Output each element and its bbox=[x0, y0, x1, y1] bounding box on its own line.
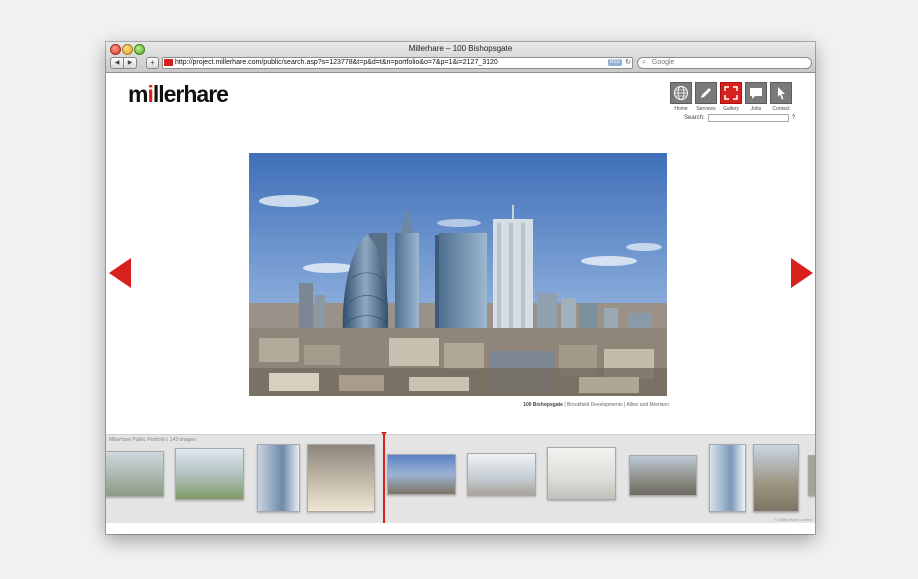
nav-gallery[interactable]: Gallery bbox=[720, 82, 742, 112]
cursor-icon bbox=[770, 82, 792, 104]
thumbnail[interactable] bbox=[307, 444, 375, 512]
caption-architect: Allies and Morrison bbox=[626, 402, 669, 408]
pencil-icon bbox=[695, 82, 717, 104]
thumbnail[interactable] bbox=[753, 444, 799, 512]
caption-client: Brookfield Developments bbox=[567, 402, 623, 408]
nav-home[interactable]: Home bbox=[670, 82, 692, 112]
search-help-link[interactable]: ? bbox=[792, 115, 795, 121]
thumbnail[interactable] bbox=[467, 453, 536, 496]
history-buttons: ◀ ▶ bbox=[110, 57, 137, 69]
thumbnail[interactable] bbox=[387, 454, 456, 495]
copyright: © Miller Hare Limited bbox=[774, 517, 812, 522]
search-icon: ⌕ bbox=[642, 59, 646, 66]
thumbnail-strip[interactable]: Millerhare Public Portfolio | 143 images… bbox=[106, 432, 815, 523]
site-favicon-icon bbox=[164, 58, 173, 66]
nav-services-label: Services bbox=[696, 106, 716, 112]
current-position-indicator[interactable] bbox=[383, 435, 385, 523]
nav-home-label: Home bbox=[674, 106, 688, 112]
next-image-arrow-icon[interactable] bbox=[791, 258, 813, 288]
thumbnail[interactable] bbox=[547, 447, 616, 500]
thumbnail[interactable] bbox=[175, 448, 244, 500]
nav-jobs-label: Jobs bbox=[750, 106, 762, 112]
address-url: http://project.millerhare.com/public/sea… bbox=[175, 59, 498, 66]
browser-window: Millerhare – 100 Bishopsgate ◀ ▶ + http:… bbox=[106, 42, 815, 534]
previous-image-arrow-icon[interactable] bbox=[109, 258, 131, 288]
thumbnail[interactable] bbox=[808, 455, 815, 496]
thumbnail[interactable] bbox=[709, 444, 746, 512]
site-search: Search: ? bbox=[684, 114, 795, 122]
portfolio-label: Millerhare Public Portfolio | 143 images bbox=[109, 437, 196, 443]
portfolio-separator: | bbox=[167, 437, 169, 443]
caption-title: 100 Bishopsgate bbox=[523, 402, 563, 408]
nav-gallery-label: Gallery bbox=[723, 106, 739, 112]
portfolio-name: Millerhare Public Portfolio bbox=[109, 437, 166, 443]
gallery-icon bbox=[720, 82, 742, 104]
rss-button[interactable]: RSS bbox=[607, 59, 622, 66]
window-title: Millerhare – 100 Bishopsgate bbox=[408, 44, 513, 53]
nav-services[interactable]: Services bbox=[695, 82, 717, 112]
caption-separator-1: | bbox=[564, 402, 566, 408]
address-bar[interactable]: http://project.millerhare.com/public/sea… bbox=[162, 57, 633, 69]
nav-contact-label: Contact bbox=[772, 106, 790, 112]
nav-jobs[interactable]: Jobs bbox=[745, 82, 767, 112]
nav-contact[interactable]: Contact bbox=[770, 82, 792, 112]
main-image bbox=[249, 153, 667, 396]
add-bookmark-button[interactable]: + bbox=[146, 57, 159, 69]
forward-button[interactable]: ▶ bbox=[124, 57, 137, 69]
thumbnail-row bbox=[106, 444, 815, 513]
millerhare-logo[interactable]: millerhare bbox=[128, 81, 229, 108]
thumbnail[interactable] bbox=[629, 455, 697, 496]
speech-bubble-icon bbox=[745, 82, 767, 104]
thumbnail[interactable] bbox=[257, 444, 300, 512]
thumbnail[interactable] bbox=[106, 451, 164, 497]
logo-text-end: llerhare bbox=[152, 81, 229, 107]
title-bar: Millerhare – 100 Bishopsgate ◀ ▶ + http:… bbox=[106, 42, 815, 73]
portfolio-count: 143 images bbox=[169, 437, 196, 443]
site-search-input[interactable] bbox=[707, 114, 789, 122]
site-search-label: Search: bbox=[684, 115, 705, 121]
reload-icon[interactable]: ↻ bbox=[625, 58, 631, 68]
logo-text-start: m bbox=[128, 81, 148, 107]
browser-search-field[interactable]: ⌕ Google bbox=[637, 57, 812, 69]
site-nav: Home Services Gallery Jobs Contact bbox=[670, 82, 792, 112]
globe-icon bbox=[670, 82, 692, 104]
browser-search-placeholder: Google bbox=[651, 59, 675, 66]
image-caption: 100 Bishopsgate | Brookfield Development… bbox=[506, 402, 669, 408]
back-button[interactable]: ◀ bbox=[110, 57, 124, 69]
